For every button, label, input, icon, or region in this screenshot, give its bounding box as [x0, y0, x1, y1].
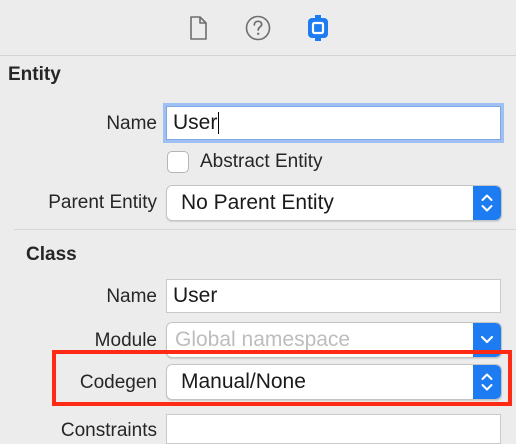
constraints-label: Constraints: [60, 420, 157, 441]
constraints-field[interactable]: [166, 414, 501, 444]
section-divider: [14, 229, 516, 230]
parent-entity-stepper[interactable]: [473, 186, 501, 220]
entity-name-value: User: [173, 111, 218, 134]
file-inspector-icon[interactable]: [183, 13, 213, 43]
parent-entity-value: No Parent Entity: [181, 191, 334, 214]
module-label: Module: [94, 330, 157, 351]
entity-name-label: Name: [106, 113, 157, 134]
quick-help-icon[interactable]: [243, 13, 273, 43]
data-model-inspector-icon[interactable]: [303, 13, 333, 43]
class-name-field[interactable]: User: [166, 279, 501, 313]
class-section-title: Class: [26, 244, 77, 265]
class-name-label: Name: [106, 286, 157, 307]
codegen-highlight-box: [52, 350, 512, 406]
chevron-up-down-icon: [481, 194, 493, 212]
text-caret: [218, 112, 220, 135]
inspector-toolbar: [0, 0, 516, 56]
abstract-entity-label[interactable]: Abstract Entity: [200, 151, 323, 173]
parent-entity-popup[interactable]: No Parent Entity: [166, 185, 502, 221]
entity-name-field[interactable]: User: [166, 106, 501, 140]
entity-section-title: Entity: [8, 64, 61, 85]
abstract-entity-checkbox[interactable]: [167, 151, 189, 173]
parent-entity-label: Parent Entity: [48, 192, 157, 213]
